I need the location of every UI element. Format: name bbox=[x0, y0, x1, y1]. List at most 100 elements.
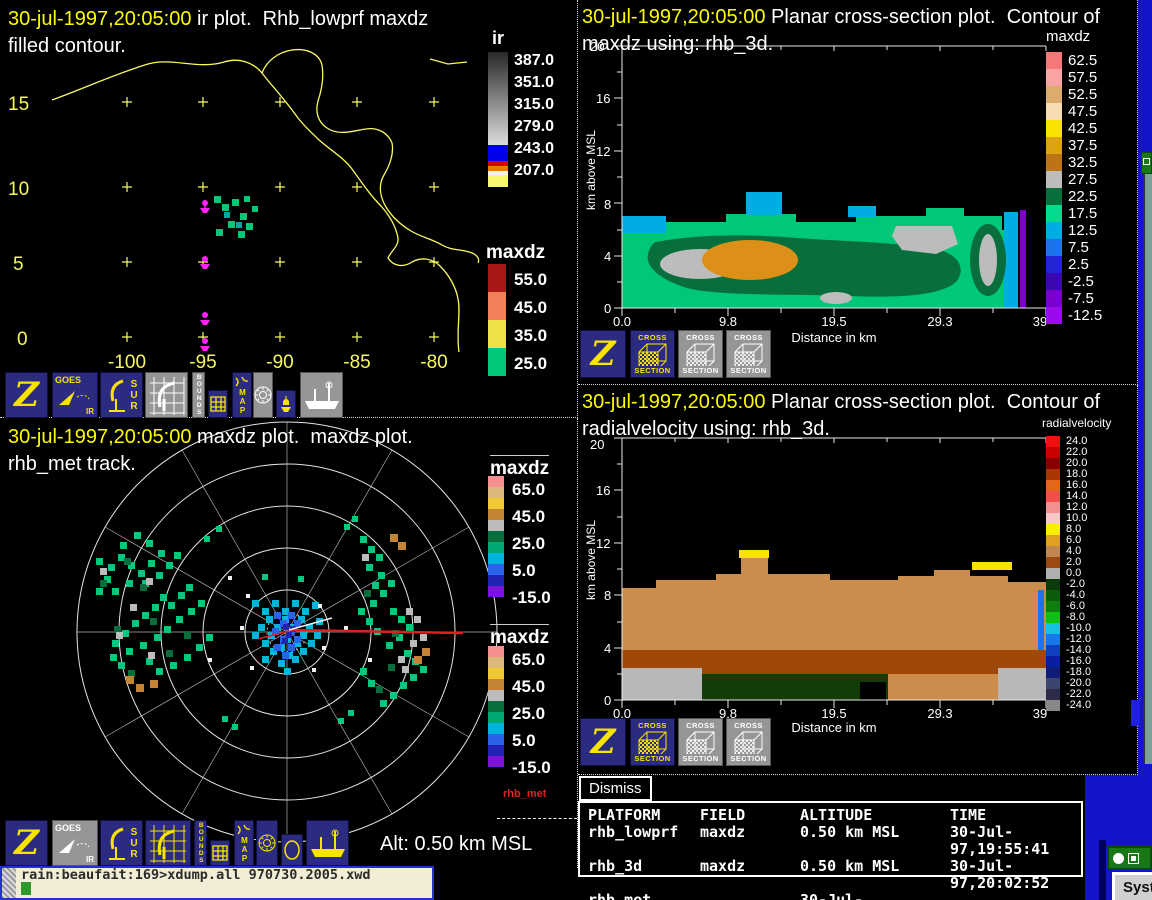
grid-button[interactable] bbox=[208, 390, 228, 418]
y-axis-label: km above MSL bbox=[584, 130, 598, 210]
col-header: TIME bbox=[950, 807, 1073, 824]
buoy-button[interactable] bbox=[276, 390, 296, 418]
table-cell: rhb_3d bbox=[588, 858, 700, 892]
goes-ir-button[interactable]: GOES IR bbox=[52, 820, 98, 866]
contour-orange-core bbox=[702, 240, 798, 280]
x-tick: 0.0 bbox=[613, 314, 631, 329]
y-tick: 12 bbox=[596, 536, 610, 551]
terminal-cursor bbox=[21, 882, 31, 895]
ir-colorbar bbox=[488, 52, 508, 187]
maxdz-colorbar bbox=[488, 264, 506, 376]
xsec-radial-colorbar-ticks: 24.022.020.018.016.014.012.010.08.06.04.… bbox=[1066, 436, 1091, 711]
col-header: PLATFORM bbox=[588, 807, 700, 824]
cross-section-button-1[interactable]: CROSS SECTION bbox=[630, 718, 675, 766]
syst-window[interactable]: Syst bbox=[1112, 872, 1152, 900]
table-cell: 0.50 km MSL bbox=[800, 824, 950, 858]
y-tick: 16 bbox=[596, 483, 610, 498]
y-tick: 8 bbox=[604, 588, 611, 603]
radar-grid-button[interactable] bbox=[145, 372, 188, 418]
cross-section-button-3[interactable]: CROSS SECTION bbox=[726, 718, 771, 766]
lon-tick: -80 bbox=[420, 352, 447, 374]
zebra-logo-button[interactable]: Z bbox=[580, 330, 626, 378]
echo-darkgreen bbox=[100, 558, 399, 693]
contour-gray-left bbox=[622, 668, 702, 700]
x-tick: 29.3 bbox=[927, 706, 952, 721]
zebra-logo-button[interactable]: Z bbox=[5, 372, 48, 418]
table-cell: 30-Jul-97,20:02:52 bbox=[950, 858, 1073, 892]
panel-ppi-title-line2: rhb_met track. bbox=[8, 451, 136, 477]
window-menu-icon[interactable] bbox=[1143, 158, 1150, 165]
coastline bbox=[52, 50, 479, 352]
ship-button[interactable] bbox=[306, 820, 349, 866]
grid-button[interactable] bbox=[210, 840, 230, 866]
syst-window-titlebar[interactable] bbox=[1107, 846, 1152, 870]
bounds-button[interactable]: BOUNDS bbox=[192, 372, 205, 418]
lat-tick-5: 5 bbox=[13, 254, 24, 276]
sonar-rings-button[interactable] bbox=[256, 820, 278, 866]
table-cell bbox=[700, 892, 800, 900]
table-cell: rhb_lowprf bbox=[588, 824, 700, 858]
surveillance-radar-button[interactable]: SUR bbox=[100, 372, 143, 418]
zebra-logo-button[interactable]: Z bbox=[5, 820, 48, 866]
lat-tick-10: 10 bbox=[8, 179, 29, 201]
rings-icon bbox=[258, 834, 276, 852]
ship-icon bbox=[308, 825, 348, 861]
x-axis-label: Distance in km bbox=[791, 330, 876, 345]
y-tick: 0 bbox=[604, 301, 611, 316]
xsec-maxdz-canvas[interactable] bbox=[598, 40, 1050, 340]
xsec-radial-canvas[interactable] bbox=[598, 430, 1050, 730]
sonar-rings-button[interactable] bbox=[253, 372, 273, 418]
terminal-command-line: rain:beaufait:169>xdump.all 970730.2005.… bbox=[21, 868, 432, 882]
scrollbar-thumb[interactable] bbox=[1131, 700, 1140, 726]
y-tick: 0 bbox=[604, 693, 611, 708]
xsec-maxdz-colorbar bbox=[1046, 52, 1062, 324]
toolbar-ir: Z GOES IR SUR BOUNDS MAP bbox=[0, 372, 578, 418]
partial-window-titlebar[interactable] bbox=[1141, 152, 1152, 174]
cross-section-button-2[interactable]: CROSS SECTION bbox=[678, 330, 723, 378]
circle-button[interactable] bbox=[281, 834, 303, 866]
panel-ppi: 30-jul-1997,20:05:00 maxdz plot. maxdz p… bbox=[0, 418, 578, 868]
y-axis-label: km above MSL bbox=[584, 520, 598, 600]
contour-gray-right bbox=[979, 234, 997, 286]
contour-gray-right bbox=[998, 668, 1046, 700]
zebra-logo-icon: Z bbox=[591, 725, 616, 759]
bounds-button[interactable]: BOUNDS bbox=[194, 820, 207, 866]
zebra-logo-button[interactable]: Z bbox=[580, 718, 626, 766]
panel-xsec-radial-title: 30-jul-1997,20:05:00 Planar cross-sectio… bbox=[582, 389, 1100, 415]
y-tick: 16 bbox=[596, 91, 610, 106]
y-tick: 20 bbox=[590, 39, 604, 54]
radar-grid-icon bbox=[148, 375, 186, 415]
cube-icon bbox=[684, 730, 718, 754]
ir-colorbar-label: ir bbox=[492, 28, 504, 49]
cross-section-button-1[interactable]: CROSS SECTION bbox=[630, 330, 675, 378]
altitude-readout: Alt: 0.50 km MSL bbox=[380, 833, 532, 856]
window-circle-icon[interactable] bbox=[1113, 853, 1124, 864]
map-button[interactable]: MAP bbox=[234, 820, 254, 866]
radar-grid-button[interactable] bbox=[145, 820, 191, 866]
xsec-radial-colorbar-label: radialvelocity bbox=[1042, 416, 1111, 430]
lon-tick: -95 bbox=[189, 352, 216, 374]
x-tick: 9.8 bbox=[719, 314, 737, 329]
y-tick: 8 bbox=[604, 197, 611, 212]
buoy-markers bbox=[200, 200, 210, 351]
contour-yellow-patch bbox=[972, 562, 1012, 570]
contour-notch bbox=[860, 682, 886, 700]
radar-dish-icon bbox=[105, 375, 129, 415]
x-tick: 19.5 bbox=[821, 314, 846, 329]
window-square-icon[interactable] bbox=[1128, 853, 1139, 864]
col-header: ALTITUDE bbox=[800, 807, 950, 824]
map-button[interactable]: MAP bbox=[232, 372, 252, 418]
cross-section-button-3[interactable]: CROSS SECTION bbox=[726, 330, 771, 378]
panel-ppi-title: 30-jul-1997,20:05:00 maxdz plot. maxdz p… bbox=[8, 424, 413, 450]
terminal-scrollbar[interactable] bbox=[2, 868, 16, 898]
cube-icon bbox=[636, 342, 670, 366]
contour-gray-bottom bbox=[820, 292, 852, 304]
goes-ir-button[interactable]: GOES IR bbox=[52, 372, 98, 418]
terminal-window[interactable]: rain:beaufait:169>xdump.all 970730.2005.… bbox=[0, 866, 434, 900]
radar-dish-icon bbox=[105, 823, 129, 863]
cross-section-button-2[interactable]: CROSS SECTION bbox=[678, 718, 723, 766]
ship-button[interactable] bbox=[300, 372, 343, 418]
surveillance-radar-button[interactable]: SUR bbox=[100, 820, 143, 866]
radar-grid-icon bbox=[148, 823, 188, 863]
dismiss-button[interactable]: Dismiss bbox=[579, 776, 652, 801]
